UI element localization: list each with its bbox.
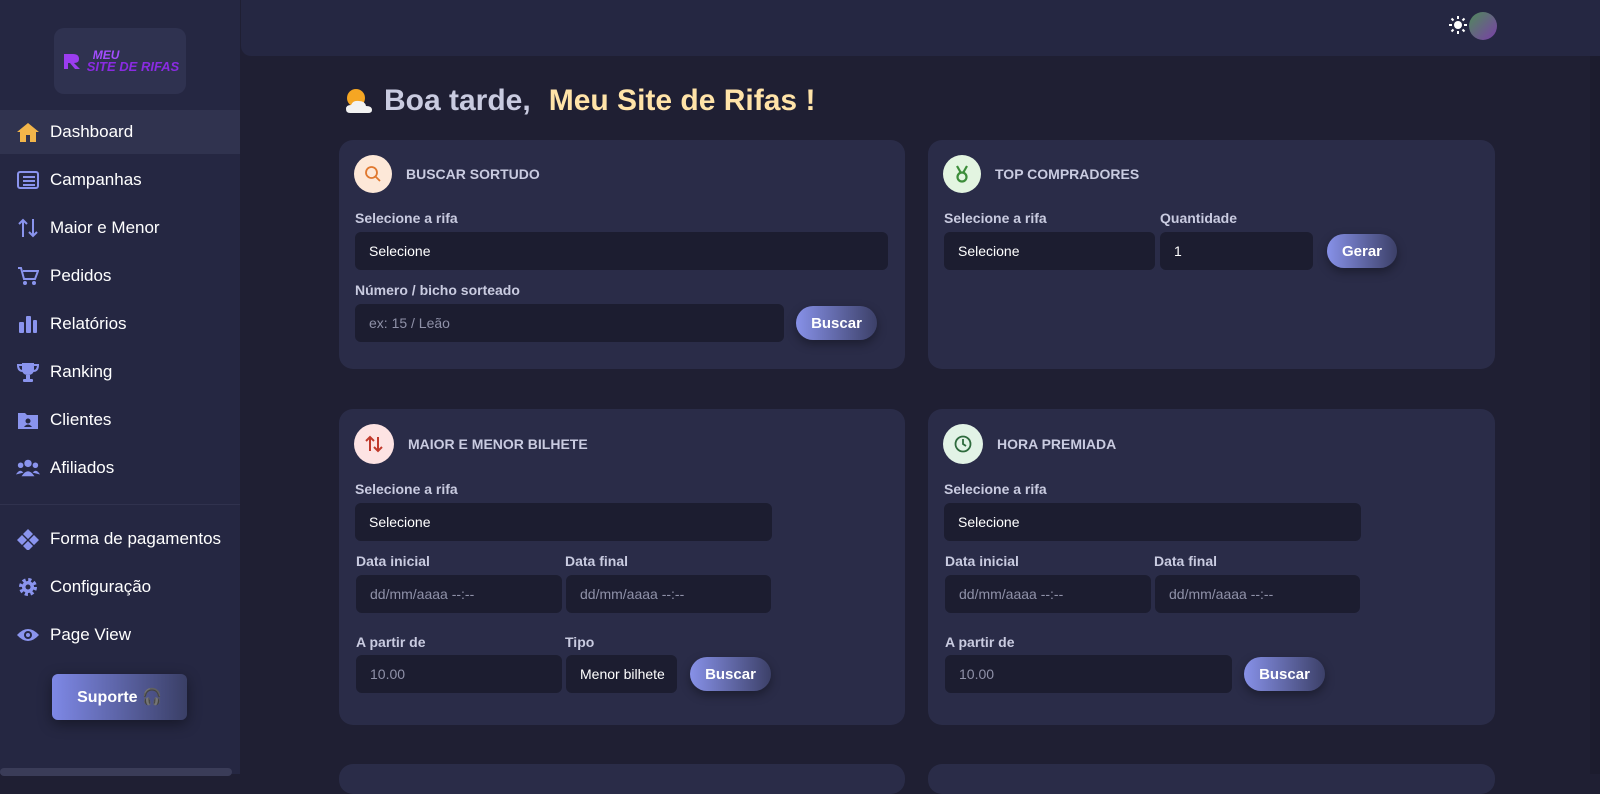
- sidebar-item-label: Clientes: [50, 410, 112, 429]
- buscar-button[interactable]: Buscar: [690, 657, 771, 691]
- sidebar-item-maior-menor[interactable]: Maior e Menor: [0, 206, 240, 250]
- card-maior-menor-bilhete: MAIOR E MENOR BILHETE Selecione a rifa S…: [339, 409, 905, 725]
- sidebar-item-label: Forma de pagamentos: [50, 529, 222, 548]
- sidebar-scrollbar[interactable]: [0, 768, 232, 776]
- a-partir-de-input[interactable]: 10.00: [356, 655, 562, 693]
- sun-icon[interactable]: [1449, 16, 1467, 39]
- rifa-select[interactable]: Selecione: [944, 503, 1361, 541]
- eye-icon: [16, 623, 40, 647]
- user-folder-icon: [16, 408, 40, 432]
- gear-icon: [16, 575, 40, 599]
- sidebar-item-relatorios[interactable]: Relatórios: [0, 302, 240, 346]
- medal-icon: [956, 165, 968, 183]
- sidebar-item-label: Maior e Menor: [50, 218, 160, 237]
- card-title: MAIOR E MENOR BILHETE: [408, 436, 588, 452]
- trophy-icon: [16, 360, 40, 384]
- rifa-label: Selecione a rifa: [355, 210, 458, 226]
- sidebar-item-pedidos[interactable]: Pedidos: [0, 254, 240, 298]
- medal-badge: [943, 155, 981, 193]
- sidebar-item-label: Relatórios: [50, 314, 127, 333]
- data-inicial-label: Data inicial: [945, 553, 1019, 569]
- list-icon: [16, 168, 40, 192]
- card-top-compradores: TOP COMPRADORES Selecione a rifa Selecio…: [928, 140, 1495, 369]
- sidebar-item-pagamentos[interactable]: Forma de pagamentos: [0, 517, 240, 561]
- numero-input[interactable]: ex: 15 / Leão: [355, 304, 784, 342]
- sidebar-item-label: Dashboard: [50, 122, 134, 141]
- logo-mark-icon: [63, 54, 80, 69]
- data-inicial-input[interactable]: dd/mm/aaaa --:--: [356, 575, 562, 613]
- data-final-label: Data final: [1154, 553, 1218, 569]
- numero-label: Número / bicho sorteado: [355, 282, 520, 298]
- sort-badge: [354, 424, 394, 464]
- sidebar-divider: [0, 504, 240, 505]
- data-final-label: Data final: [565, 553, 629, 569]
- rifa-label: Selecione a rifa: [944, 481, 1047, 497]
- rifa-select[interactable]: Selecione: [355, 232, 888, 270]
- sidebar-item-label: Page View: [50, 625, 131, 644]
- greeting-name: Meu Site de Rifas !: [548, 84, 816, 117]
- tipo-select[interactable]: Menor bilhete: [566, 655, 677, 693]
- sidebar-item-dashboard[interactable]: Dashboard: [0, 110, 240, 154]
- sort-arrows-icon: [16, 216, 40, 240]
- sidebar-nav: Dashboard Campanhas Maior e Menor Pedido…: [0, 110, 240, 661]
- home-icon: [16, 120, 40, 144]
- search-badge: [354, 155, 392, 193]
- sidebar: MEU SITE DE RIFAS Dashboard Campanhas Ma…: [0, 0, 240, 776]
- card-hora-premiada: HORA PREMIADA Selecione a rifa Selecione…: [928, 409, 1495, 725]
- greeting-text: Boa tarde,: [384, 84, 531, 117]
- clock-badge: [943, 424, 983, 464]
- payment-icon: [16, 527, 40, 551]
- bar-chart-icon: [16, 312, 40, 336]
- buscar-button[interactable]: Buscar: [1244, 657, 1325, 691]
- rifa-select[interactable]: Selecione: [355, 503, 772, 541]
- data-final-input[interactable]: dd/mm/aaaa --:--: [1155, 575, 1360, 613]
- tipo-label: Tipo: [565, 634, 595, 650]
- data-inicial-label: Data inicial: [356, 553, 430, 569]
- gerar-button[interactable]: Gerar: [1327, 234, 1397, 268]
- sidebar-item-label: Configuração: [50, 577, 152, 596]
- sidebar-item-label: Ranking: [50, 362, 113, 381]
- logo-line2: SITE DE RIFAS: [86, 59, 180, 74]
- search-icon: [365, 166, 381, 182]
- card-buscar-sortudo: BUSCAR SORTUDO Selecione a rifa Selecion…: [339, 140, 905, 369]
- rifa-label: Selecione a rifa: [944, 210, 1047, 226]
- sidebar-item-label: Afiliados: [50, 458, 115, 477]
- a-partir-de-label: A partir de: [356, 634, 426, 650]
- a-partir-de-label: A partir de: [945, 634, 1015, 650]
- quantidade-input[interactable]: 1: [1160, 232, 1313, 270]
- data-inicial-input[interactable]: dd/mm/aaaa --:--: [945, 575, 1151, 613]
- support-button[interactable]: Suporte 🎧: [52, 674, 187, 720]
- clock-icon: [954, 435, 972, 453]
- rifa-select[interactable]: Selecione: [944, 232, 1155, 270]
- buscar-button[interactable]: Buscar: [796, 306, 877, 340]
- page-title: Boa tarde, Meu Site de Rifas !: [342, 84, 815, 118]
- page-scrollbar[interactable]: [1590, 56, 1600, 774]
- logo[interactable]: MEU SITE DE RIFAS: [54, 28, 186, 94]
- topbar: [241, 0, 1600, 56]
- a-partir-de-input[interactable]: 10.00: [945, 655, 1232, 693]
- rifa-label: Selecione a rifa: [355, 481, 458, 497]
- card-title: BUSCAR SORTUDO: [406, 166, 540, 182]
- avatar[interactable]: [1469, 12, 1497, 40]
- card-title: HORA PREMIADA: [997, 436, 1117, 452]
- sidebar-item-clientes[interactable]: Clientes: [0, 398, 240, 442]
- sun-cloud-icon: [346, 89, 372, 113]
- sidebar-item-page-view[interactable]: Page View: [0, 613, 240, 657]
- sidebar-item-label: Campanhas: [50, 170, 142, 189]
- sidebar-item-label: Pedidos: [50, 266, 112, 285]
- sidebar-item-ranking[interactable]: Ranking: [0, 350, 240, 394]
- card-partial: [339, 764, 905, 794]
- cart-icon: [16, 264, 40, 288]
- card-partial: [928, 764, 1495, 794]
- users-icon: [16, 456, 40, 480]
- data-final-input[interactable]: dd/mm/aaaa --:--: [566, 575, 771, 613]
- quantidade-label: Quantidade: [1160, 210, 1238, 226]
- card-title: TOP COMPRADORES: [995, 166, 1140, 182]
- sort-arrows-icon: [365, 435, 383, 453]
- sidebar-item-configuracao[interactable]: Configuração: [0, 565, 240, 609]
- sidebar-item-campanhas[interactable]: Campanhas: [0, 158, 240, 202]
- sidebar-item-afiliados[interactable]: Afiliados: [0, 446, 240, 490]
